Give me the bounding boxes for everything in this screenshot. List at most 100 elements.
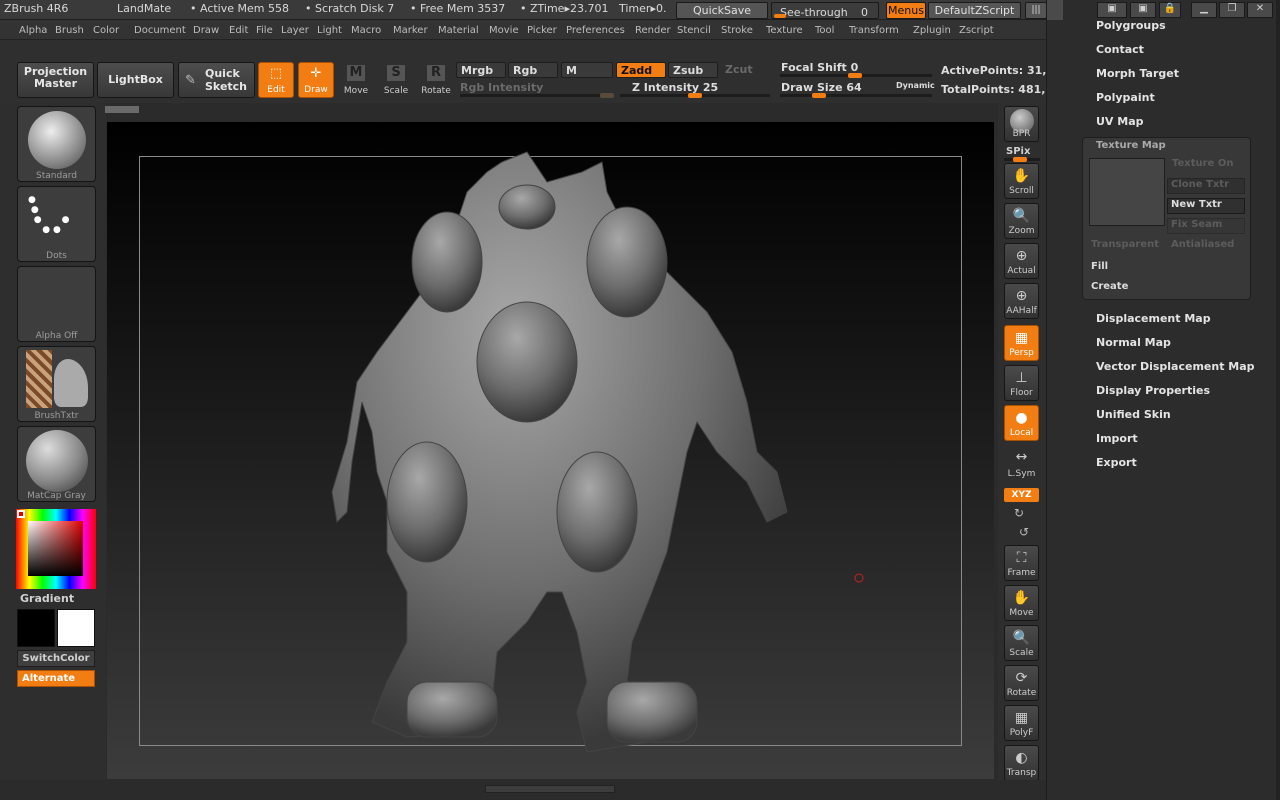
menu-movie[interactable]: Movie (489, 25, 519, 36)
menu-marker[interactable]: Marker (393, 25, 428, 36)
default-zscript-button[interactable]: DefaultZScript (928, 2, 1021, 19)
export-subpalette[interactable]: Export (1096, 456, 1137, 469)
uv-map-subpalette[interactable]: UV Map (1096, 115, 1144, 128)
texture-map-header[interactable]: Texture Map (1096, 140, 1166, 151)
xyz-button[interactable]: XYZ (1004, 488, 1039, 502)
local-button[interactable]: ● Local (1004, 405, 1039, 441)
landmate-label[interactable]: LandMate (117, 2, 171, 15)
focal-shift-label[interactable]: Focal Shift 0 (781, 61, 858, 74)
texture-selector[interactable]: BrushTxtr (17, 346, 96, 422)
texture-on-button[interactable]: Texture On (1169, 158, 1246, 174)
mrgb-toggle[interactable]: Mrgb (456, 62, 506, 78)
rgb-intensity-label[interactable]: Rgb Intensity (460, 81, 543, 94)
rgb-intensity-slider[interactable] (460, 93, 614, 98)
new-txtr-button[interactable]: New Txtr (1167, 198, 1245, 214)
zadd-toggle[interactable]: Zadd (616, 62, 666, 78)
lightbox-button[interactable]: LightBox (97, 62, 174, 98)
color-marker[interactable] (17, 510, 25, 518)
rgb-toggle[interactable]: Rgb (508, 62, 558, 78)
menu-stencil[interactable]: Stencil (677, 25, 711, 36)
menu-light[interactable]: Light (317, 25, 342, 36)
bottom-tray-handle[interactable] (485, 785, 615, 793)
brush-selector[interactable]: Standard (17, 106, 96, 182)
layout-scroll-icon[interactable]: ||| (1025, 2, 1047, 19)
unified-skin-subpalette[interactable]: Unified Skin (1096, 408, 1171, 421)
edit-button[interactable]: ⬚ Edit (258, 62, 294, 98)
move-button[interactable]: M Move (338, 62, 374, 98)
rotate-view-button[interactable]: ⟳ Rotate (1004, 665, 1039, 701)
menu-layer[interactable]: Layer (281, 25, 309, 36)
menu-stroke[interactable]: Stroke (721, 25, 753, 36)
restore-icon[interactable]: ❐ (1219, 2, 1245, 18)
projection-master-button[interactable]: Projection Master (17, 62, 94, 98)
rgb-intensity-handle[interactable] (600, 93, 614, 98)
morph-target-subpalette[interactable]: Morph Target (1096, 67, 1179, 80)
menu-zscript[interactable]: Zscript (959, 25, 994, 36)
antialiased-toggle[interactable]: Antialiased (1171, 239, 1234, 250)
close-icon[interactable]: ✕ (1247, 2, 1273, 18)
alpha-selector[interactable]: Alpha Off (17, 266, 96, 342)
layout-alt-icon[interactable]: ▣ (1130, 2, 1156, 18)
menu-render[interactable]: Render (635, 25, 671, 36)
see-through-slider[interactable]: See-through 0 (771, 2, 879, 19)
spix-slider[interactable] (1004, 157, 1040, 162)
z-intensity-label[interactable]: Z Intensity 25 (632, 81, 718, 94)
rotate-z-icon[interactable]: ↺ (1019, 525, 1029, 539)
draw-size-slider[interactable] (780, 93, 932, 98)
stroke-selector[interactable]: ● ● ● ● ● ● Dots (17, 186, 96, 262)
zsub-toggle[interactable]: Zsub (668, 62, 718, 78)
menu-draw[interactable]: Draw (193, 25, 219, 36)
zcut-toggle[interactable]: Zcut (725, 63, 753, 76)
material-selector[interactable]: MatCap Gray (17, 426, 96, 502)
polypaint-subpalette[interactable]: Polypaint (1096, 91, 1155, 104)
polygroups-subpalette[interactable]: Polygroups (1096, 19, 1166, 32)
palette-scrollbar[interactable] (1276, 0, 1280, 800)
create-subpalette[interactable]: Create (1091, 281, 1128, 292)
menu-color[interactable]: Color (93, 25, 119, 36)
z-intensity-handle[interactable] (688, 93, 702, 98)
quicksave-button[interactable]: QuickSave (676, 2, 768, 19)
spix-handle[interactable] (1013, 157, 1027, 162)
draw-button[interactable]: ✛ Draw (298, 62, 334, 98)
z-intensity-slider[interactable] (620, 93, 770, 98)
scale-button[interactable]: S Scale (378, 62, 414, 98)
menu-tool[interactable]: Tool (815, 25, 834, 36)
document-tab[interactable] (105, 106, 139, 113)
import-subpalette[interactable]: Import (1096, 432, 1138, 445)
lsym-button[interactable]: ↔ L.Sym (1004, 445, 1039, 481)
layout-icon[interactable]: ▣ (1097, 2, 1127, 18)
menu-macro[interactable]: Macro (351, 25, 381, 36)
palette-dock-icon[interactable] (1047, 0, 1063, 20)
menu-preferences[interactable]: Preferences (566, 25, 625, 36)
menu-material[interactable]: Material (438, 25, 479, 36)
quick-sketch-button[interactable]: ✎ Quick Sketch (178, 62, 255, 98)
spix-label[interactable]: SPix (1006, 146, 1030, 157)
menu-transform[interactable]: Transform (849, 25, 899, 36)
switch-color-button[interactable]: SwitchColor (17, 650, 95, 667)
minimize-icon[interactable]: ▁ (1191, 2, 1217, 18)
transp-button[interactable]: ◐ Transp (1004, 745, 1039, 781)
polyf-button[interactable]: ▦ PolyF (1004, 705, 1039, 741)
clone-txtr-button[interactable]: Clone Txtr (1167, 178, 1245, 194)
move-view-button[interactable]: ✋ Move (1004, 585, 1039, 621)
normal-map-subpalette[interactable]: Normal Map (1096, 336, 1171, 349)
lock-icon[interactable]: 🔒 (1159, 2, 1181, 18)
menu-texture[interactable]: Texture (766, 25, 803, 36)
display-properties-subpalette[interactable]: Display Properties (1096, 384, 1210, 397)
zoom-button[interactable]: 🔍 Zoom (1004, 203, 1039, 239)
rotate-button[interactable]: R Rotate (418, 62, 454, 98)
see-through-handle[interactable] (774, 14, 786, 18)
canvas-viewport[interactable] (107, 122, 994, 779)
actual-button[interactable]: ⊕ Actual (1004, 243, 1039, 279)
rotate-y-icon[interactable]: ↻ (1014, 506, 1024, 520)
transparent-toggle[interactable]: Transparent (1091, 239, 1159, 250)
menu-file[interactable]: File (256, 25, 273, 36)
sculpt-model[interactable] (107, 122, 994, 779)
scale-view-button[interactable]: 🔍 Scale (1004, 625, 1039, 661)
scroll-button[interactable]: ✋ Scroll (1004, 163, 1039, 199)
gradient-label[interactable]: Gradient (20, 592, 74, 605)
menu-edit[interactable]: Edit (229, 25, 248, 36)
color-saturation-square[interactable] (28, 521, 83, 576)
frame-button[interactable]: ⛶ Frame (1004, 545, 1039, 581)
bpr-button[interactable]: BPR (1004, 106, 1039, 142)
